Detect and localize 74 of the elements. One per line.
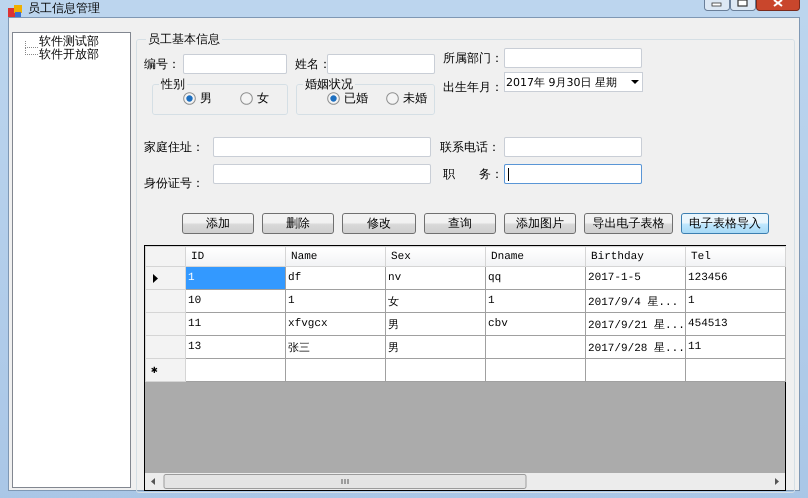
table-cell: cbv [486, 312, 586, 336]
field-label: 身份证号： [144, 175, 205, 192]
table-cell: df [286, 266, 386, 290]
column-header[interactable]: Dname [486, 246, 586, 266]
input-field[interactable] [183, 54, 287, 74]
field-label: 所属部门： [443, 50, 504, 67]
radio-button[interactable] [240, 92, 253, 104]
table-cell: 2017/9/4 星... [586, 290, 686, 312]
action-button[interactable]: 电子表格导入 [681, 213, 769, 234]
input-field[interactable] [504, 137, 642, 157]
table-cell: 2017/9/21 星... [586, 312, 686, 336]
action-button[interactable]: 导出电子表格 [584, 213, 673, 234]
table-cell: 13 [186, 336, 286, 358]
window-title: 员工信息管理 [28, 2, 100, 15]
column-header[interactable]: Tel [686, 246, 786, 266]
table-cell: 男 [386, 336, 486, 358]
table-cell: 男 [386, 312, 486, 336]
group-title: 员工基本信息 [147, 33, 221, 46]
radio-group: 性别 男 女 [152, 78, 288, 115]
date-picker[interactable]: 2017年 9月30日 星期 [504, 72, 643, 92]
action-button[interactable]: 添加图片 [504, 213, 576, 234]
column-header[interactable]: Sex [386, 246, 486, 266]
table-cell: 11 [186, 312, 286, 336]
app-icon [8, 5, 22, 17]
input-field[interactable] [213, 164, 431, 184]
table-cell: 2017-1-5 [586, 266, 686, 290]
column-header[interactable]: Birthday [586, 246, 686, 266]
tree-item[interactable]: 软件开放部 [38, 48, 100, 61]
action-button[interactable]: 修改 [342, 213, 416, 234]
table-cell: 123456 [686, 266, 786, 290]
radio-label: 男 [200, 91, 212, 105]
input-field[interactable] [504, 164, 642, 184]
radio-label: 女 [257, 91, 269, 105]
field-label: 姓名： [295, 56, 327, 73]
maximize-button[interactable] [730, 0, 756, 11]
new-row-marker: ✱ [151, 365, 158, 377]
close-button[interactable] [756, 0, 800, 11]
table-cell: 1 [686, 290, 786, 312]
input-field[interactable] [213, 137, 431, 157]
minimize-button[interactable] [704, 0, 730, 11]
action-button[interactable]: 添加 [182, 213, 254, 234]
radio-label: 未婚 [403, 91, 427, 105]
input-field[interactable] [504, 48, 642, 68]
table-cell: 2017/9/28 星... [586, 336, 686, 358]
radio-button[interactable] [183, 92, 196, 104]
table-cell: 1 [286, 290, 386, 312]
field-label: 编号： [144, 56, 181, 73]
field-label: 出生年月： [443, 79, 504, 96]
radio-button[interactable] [386, 92, 399, 104]
action-button[interactable]: 删除 [262, 213, 334, 234]
radio-group: 婚姻状况 已婚 未婚 [296, 78, 435, 115]
field-label: 家庭住址： [144, 139, 205, 156]
radio-label: 已婚 [344, 91, 368, 105]
tree-item[interactable]: 软件测试部 [38, 35, 100, 48]
radio-button[interactable] [327, 92, 340, 104]
action-button[interactable]: 查询 [424, 213, 496, 234]
table-cell: xfvgcx [286, 312, 386, 336]
table-cell: 张三 [286, 336, 386, 358]
table-cell: 454513 [686, 312, 786, 336]
table-cell: 1 [486, 290, 586, 312]
table-cell: 女 [386, 290, 486, 312]
field-label: 职 务： [443, 166, 504, 183]
current-row-icon [153, 274, 158, 282]
horizontal-scrollbar[interactable] [145, 473, 785, 490]
column-header[interactable]: Name [286, 246, 386, 266]
table-cell: 1 [186, 266, 286, 290]
table-cell: qq [486, 266, 586, 290]
field-label: 联系电话： [440, 139, 501, 156]
table-cell: 10 [186, 290, 286, 312]
row-header[interactable] [146, 266, 186, 290]
table-cell: nv [386, 266, 486, 290]
table-cell: 11 [686, 336, 786, 358]
column-header[interactable]: ID [186, 246, 286, 266]
input-field[interactable] [327, 54, 435, 74]
